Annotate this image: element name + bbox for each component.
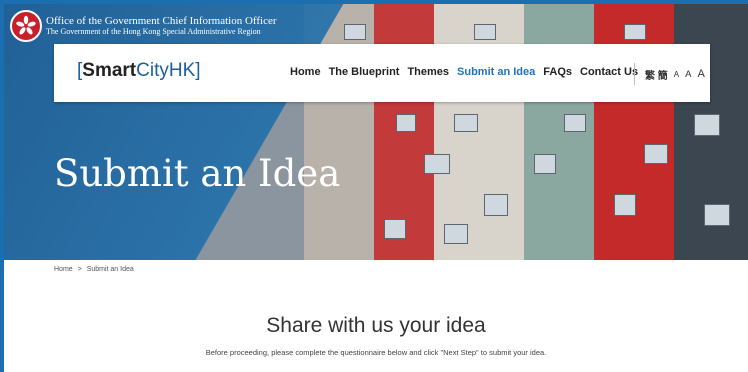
hksar-emblem-icon xyxy=(10,10,42,42)
utility-bar: 繁 簡 A A A xyxy=(634,63,705,85)
nav-home[interactable]: Home xyxy=(290,66,321,78)
nav-themes[interactable]: Themes xyxy=(407,66,449,78)
nav-faqs[interactable]: FAQs xyxy=(543,66,572,78)
breadcrumb-current: Submit an Idea xyxy=(86,266,134,273)
page-instructions: Before proceeding, please complete the q… xyxy=(205,348,547,357)
page-heading: Share with us your idea xyxy=(266,314,486,337)
hero-overlay xyxy=(4,4,748,260)
org-subtitle: The Government of the Hong Kong Special … xyxy=(46,27,261,36)
nav-submit-an-idea[interactable]: Submit an Idea xyxy=(457,66,535,78)
font-size-small[interactable]: A xyxy=(674,70,679,79)
language-switch[interactable]: 繁 簡 xyxy=(645,67,668,82)
font-size-large[interactable]: A xyxy=(697,68,704,80)
hero-banner: Office of the Government Chief Informati… xyxy=(4,4,748,260)
logo-smart: Smart xyxy=(82,60,137,81)
breadcrumb-home[interactable]: Home xyxy=(54,266,73,273)
org-name: Office of the Government Chief Informati… xyxy=(46,15,277,27)
nav-contact-us[interactable]: Contact Us xyxy=(580,66,638,78)
page-frame: Office of the Government Chief Informati… xyxy=(4,4,748,372)
main-menu: Home The Blueprint Themes Submit an Idea… xyxy=(290,66,646,78)
site-logo[interactable]: [SmartCityHK] xyxy=(77,60,201,82)
gov-header[interactable]: Office of the Government Chief Informati… xyxy=(10,10,277,42)
font-size-medium[interactable]: A xyxy=(685,69,691,80)
top-nav: [SmartCityHK] Home The Blueprint Themes … xyxy=(54,44,710,102)
nav-divider xyxy=(634,63,635,85)
nav-the-blueprint[interactable]: The Blueprint xyxy=(329,66,400,78)
breadcrumb-separator: > xyxy=(77,266,82,273)
hero-title: Submit an Idea xyxy=(54,152,341,195)
breadcrumb: Home > Submit an Idea xyxy=(54,266,137,273)
logo-bracket-close: ] xyxy=(195,60,201,81)
logo-cityhk: CityHK xyxy=(136,60,196,81)
